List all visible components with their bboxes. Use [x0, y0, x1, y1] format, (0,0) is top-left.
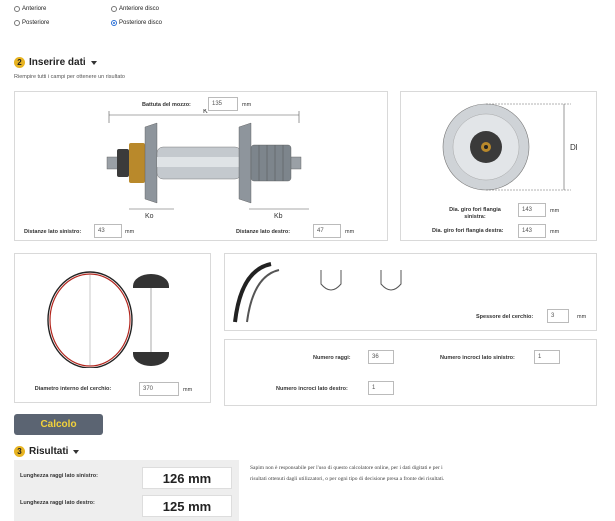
flange-panel: Dl Dia. giro fori flangia sinistra: 143 …: [400, 91, 597, 241]
ko-dimension-label: Ko: [145, 213, 154, 219]
kb-dimension-label: Kb: [274, 213, 283, 219]
radio-anteriore[interactable]: Anteriore: [14, 6, 46, 12]
rim-diameter-label: Diametro interno del cerchio:: [34, 386, 112, 392]
section-2-title[interactable]: Inserire dati: [29, 57, 86, 68]
radio-anteriore-disco-dot[interactable]: [111, 6, 117, 12]
k-dimension-label: K: [203, 109, 208, 115]
cross-right-label: Numero incroci lato destro:: [276, 386, 348, 392]
flange-right-unit: mm: [550, 229, 560, 235]
battuta-unit: mm: [242, 102, 252, 108]
hub-panel: Battuta del mozzo: 135 mm K Ko Kb Distan…: [14, 91, 388, 241]
flange-left-input[interactable]: 143: [518, 203, 546, 217]
flange-left-label: Dia. giro fori flangia sinistra:: [449, 207, 501, 220]
section-3-number: 3: [14, 446, 25, 457]
right-distance-input[interactable]: 47: [313, 224, 341, 238]
section-3-header: 3 Risultati: [14, 446, 80, 457]
radio-anteriore-label: Anteriore: [22, 6, 47, 12]
rim-diameter-input[interactable]: 370: [139, 382, 179, 396]
result-right-label: Lunghezza raggi lato destro:: [20, 500, 95, 506]
rim-profile-panel: Spessore del cerchio: 3 mm: [224, 253, 597, 331]
section-2-header: 2 Inserire dati: [14, 57, 97, 68]
left-distance-input[interactable]: 43: [94, 224, 122, 238]
cross-left-input[interactable]: 1: [534, 350, 560, 364]
section-3-title[interactable]: Risultati: [29, 446, 68, 457]
disclaimer-text: Sapim non è responsabile per l'uso di qu…: [250, 465, 445, 482]
chevron-down-icon[interactable]: [73, 449, 80, 454]
radio-posteriore-disco[interactable]: Posteriore disco: [111, 20, 162, 26]
radio-posteriore-disco-label: Posteriore disco: [119, 20, 163, 26]
flange-illustration: Dl: [442, 103, 578, 191]
right-distance-unit: mm: [345, 229, 355, 235]
spokes-count-label: Numero raggi:: [313, 355, 351, 361]
flange-right-input[interactable]: 143: [518, 224, 546, 238]
hub-illustration: K Ko Kb: [106, 109, 309, 219]
left-distance-unit: mm: [125, 229, 135, 235]
spokes-count-input[interactable]: 36: [368, 350, 394, 364]
left-distance-label: Distanze lato sinistro:: [24, 229, 82, 235]
rim-thickness-input[interactable]: 3: [547, 309, 569, 323]
rim-illustration: [47, 271, 169, 368]
result-left-value: 126 mm: [142, 467, 232, 489]
radio-anteriore-disco[interactable]: Anteriore disco: [111, 6, 159, 12]
rim-thickness-unit: mm: [577, 314, 587, 320]
cross-right-input[interactable]: 1: [368, 381, 394, 395]
rim-profile-illustration: [233, 262, 402, 323]
radio-anteriore-dot[interactable]: [14, 6, 20, 12]
rim-thickness-label: Spessore del cerchio:: [476, 314, 534, 320]
radio-posteriore[interactable]: Posteriore: [14, 20, 49, 26]
chevron-down-icon[interactable]: [90, 60, 97, 65]
rim-panel: Diametro interno del cerchio: 370 mm: [14, 253, 211, 403]
flange-right-label: Dia. giro fori flangia destra:: [432, 228, 504, 234]
radio-posteriore-dot[interactable]: [14, 20, 20, 26]
right-distance-label: Distanze lato destro:: [236, 229, 291, 235]
section-2-number: 2: [14, 57, 25, 68]
radio-anteriore-disco-label: Anteriore disco: [119, 6, 160, 12]
radio-posteriore-disco-dot[interactable]: [111, 20, 117, 26]
battuta-label: Battuta del mozzo:: [142, 102, 191, 108]
rim-diameter-unit: mm: [183, 387, 193, 393]
result-left-label: Lunghezza raggi lato sinistro:: [20, 473, 98, 479]
section-2-subtitle: Riempire tutti i campi per ottenere un r…: [14, 74, 125, 80]
results-box: Lunghezza raggi lato sinistro: 126 mm Lu…: [14, 460, 239, 521]
cross-left-label: Numero incroci lato sinistro:: [440, 355, 515, 361]
dl-dimension-label: Dl: [570, 143, 578, 152]
calcolo-button[interactable]: Calcolo: [14, 414, 103, 435]
flange-left-unit: mm: [550, 208, 560, 214]
spokes-panel: Numero raggi: 36 Numero incroci lato sin…: [224, 339, 597, 406]
radio-posteriore-label: Posteriore: [22, 20, 50, 26]
result-right-value: 125 mm: [142, 495, 232, 517]
